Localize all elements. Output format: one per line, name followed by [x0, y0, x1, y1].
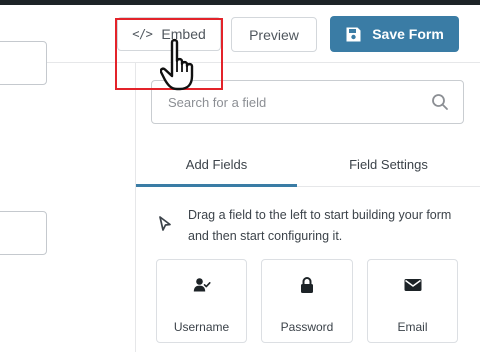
top-bar — [0, 0, 480, 5]
tab-divider — [297, 186, 480, 187]
field-card-label: Password — [280, 320, 334, 334]
drag-hint-text: Drag a field to the left to start buildi… — [188, 208, 452, 243]
header-divider — [0, 62, 480, 63]
field-card-email[interactable]: Email — [367, 259, 458, 343]
preview-button[interactable]: Preview — [231, 17, 317, 52]
tab-add-fields-label: Add Fields — [185, 157, 248, 172]
panel-divider — [135, 63, 136, 352]
tab-add-fields[interactable]: Add Fields — [136, 151, 297, 185]
canvas-field-top[interactable] — [0, 41, 47, 85]
envelope-icon — [404, 276, 422, 294]
field-card-label: Email — [397, 320, 428, 334]
save-form-button[interactable]: Save Form — [330, 16, 459, 52]
canvas-field-middle[interactable] — [0, 211, 47, 255]
tab-field-settings-label: Field Settings — [349, 157, 428, 172]
save-form-label: Save Form — [372, 26, 444, 42]
field-card-username[interactable]: Username — [156, 259, 247, 343]
floppy-disk-icon — [345, 26, 362, 43]
hand-pointer-icon — [159, 38, 210, 99]
active-tab-indicator — [136, 184, 297, 187]
search-icon[interactable] — [431, 93, 449, 116]
preview-label: Preview — [249, 26, 299, 43]
lock-icon — [300, 276, 314, 294]
user-check-icon — [193, 276, 211, 294]
field-card-label: Username — [173, 320, 230, 334]
field-card-password[interactable]: Password — [261, 259, 353, 343]
cursor-arrow-icon — [157, 215, 173, 237]
tab-field-settings[interactable]: Field Settings — [297, 151, 480, 185]
